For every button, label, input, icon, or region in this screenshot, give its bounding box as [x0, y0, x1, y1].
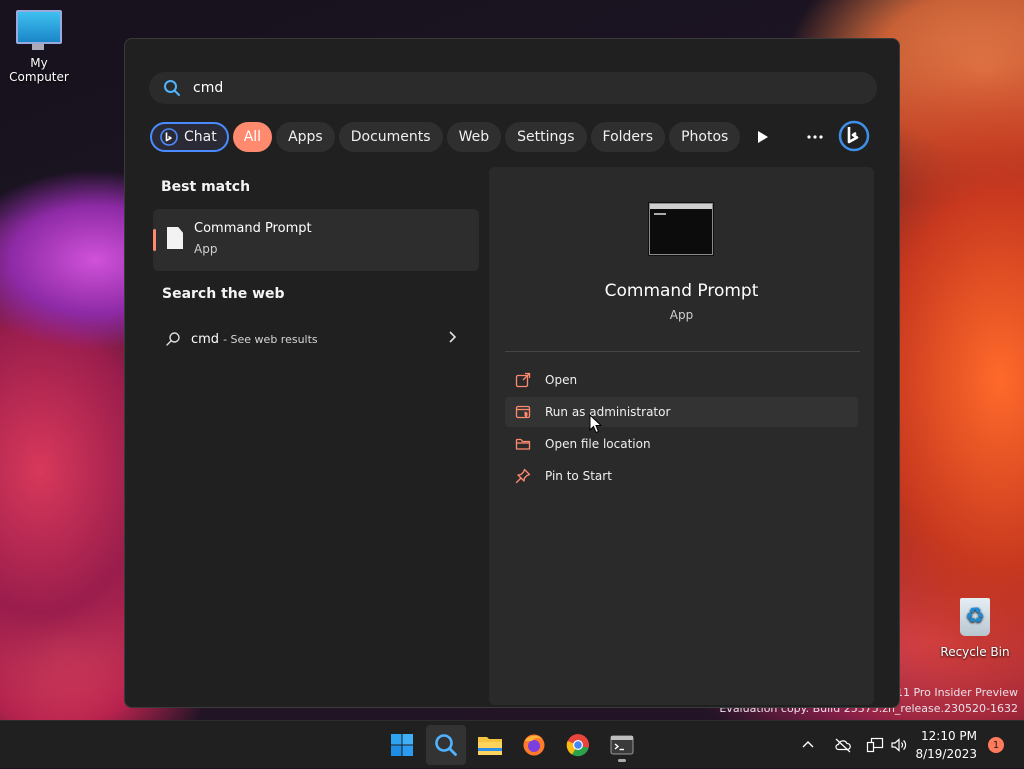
search-box[interactable]	[149, 72, 877, 104]
filter-all[interactable]: All	[232, 122, 273, 152]
taskbar-file-explorer[interactable]	[470, 725, 510, 765]
action-run-as-administrator[interactable]: Run as administrator	[505, 397, 858, 427]
taskbar-terminal[interactable]	[602, 725, 642, 765]
running-indicator	[618, 759, 626, 762]
desktop-icon-label: My Computer	[9, 56, 69, 84]
play-arrow-icon	[758, 131, 768, 143]
search-input[interactable]	[191, 79, 795, 97]
taskbar: 12:10 PM 8/19/2023 1	[0, 720, 1024, 768]
taskbar-firefox[interactable]	[514, 725, 554, 765]
volume-icon[interactable]	[890, 737, 908, 753]
ellipsis-icon	[807, 135, 823, 139]
taskbar-search-button[interactable]	[426, 725, 466, 765]
divider	[505, 351, 860, 352]
desktop-icon-my-computer[interactable]: My Computer	[0, 10, 78, 84]
search-icon	[435, 734, 457, 756]
cloud-offline-icon[interactable]	[834, 737, 852, 753]
chevron-up-icon[interactable]	[800, 737, 816, 753]
action-label: Run as administrator	[545, 405, 671, 419]
filter-photos[interactable]: Photos	[669, 122, 741, 152]
filter-label: Chat	[184, 129, 217, 145]
filter-folders[interactable]: Folders	[590, 122, 666, 152]
firefox-icon	[523, 734, 545, 756]
desktop-icon-label: Recycle Bin	[940, 645, 1010, 659]
best-match-heading: Best match	[161, 179, 251, 195]
search-panel: Chat All Apps Documents Web Settings Fol…	[124, 38, 900, 708]
search-icon	[164, 80, 180, 96]
filter-settings[interactable]: Settings	[505, 122, 587, 152]
action-open-file-location[interactable]: Open file location	[505, 429, 858, 459]
details-title: Command Prompt	[604, 281, 759, 301]
terminal-icon	[610, 735, 634, 755]
admin-shield-icon	[515, 405, 531, 419]
clock-date: 8/19/2023	[915, 747, 977, 761]
command-prompt-app-icon	[649, 203, 713, 255]
network-icon[interactable]	[866, 737, 884, 753]
file-icon	[167, 227, 183, 249]
bing-icon	[160, 128, 178, 146]
clock[interactable]: 12:10 PM 8/19/2023	[915, 727, 977, 763]
web-result-row[interactable]: cmd - See web results	[165, 327, 465, 351]
filter-documents[interactable]: Documents	[338, 122, 443, 152]
web-query: cmd	[191, 331, 220, 347]
details-subtitle: App	[669, 308, 694, 322]
search-web-heading: Search the web	[162, 286, 285, 302]
web-suffix: - See web results	[223, 332, 318, 346]
more-options-button[interactable]	[801, 123, 829, 151]
filter-apps[interactable]: Apps	[276, 122, 335, 152]
action-label: Open	[545, 373, 578, 387]
taskbar-chrome[interactable]	[558, 725, 598, 765]
mouse-cursor-icon	[589, 414, 603, 434]
filter-chat[interactable]: Chat	[150, 122, 229, 152]
notification-badge[interactable]: 1	[988, 737, 1004, 753]
filter-web[interactable]: Web	[446, 122, 502, 152]
folder-icon	[515, 438, 531, 450]
folder-icon	[478, 737, 502, 755]
chevron-right-icon	[449, 331, 457, 343]
windows-logo-icon	[391, 734, 413, 756]
result-title: Command Prompt	[194, 221, 312, 236]
pin-icon	[515, 468, 531, 484]
best-match-result[interactable]: Command Prompt App	[153, 209, 479, 271]
details-pane: Command Prompt App Open Run as administr…	[489, 167, 874, 705]
bing-logo-icon	[838, 120, 870, 152]
bing-chat-button[interactable]	[837, 119, 871, 153]
recycle-bin-icon: ♻	[960, 598, 990, 636]
action-label: Open file location	[545, 437, 651, 451]
open-external-icon	[515, 372, 531, 388]
filter-bar: Chat All Apps Documents Web Settings Fol…	[150, 121, 741, 153]
action-label: Pin to Start	[545, 469, 612, 483]
desktop-icon-recycle-bin[interactable]: ♻ Recycle Bin	[940, 598, 1010, 659]
selection-indicator	[153, 229, 156, 251]
action-open[interactable]: Open	[505, 365, 858, 395]
computer-icon	[16, 10, 62, 50]
start-button[interactable]	[382, 725, 422, 765]
result-subtitle: App	[194, 242, 218, 256]
search-icon	[166, 332, 180, 346]
more-filters-button[interactable]	[749, 123, 777, 151]
chrome-icon	[566, 734, 589, 757]
system-tray	[800, 721, 908, 769]
watermark-line1: 11 Pro Insider Preview	[895, 686, 1018, 699]
clock-time: 12:10 PM	[921, 729, 977, 743]
action-pin-to-start[interactable]: Pin to Start	[505, 461, 858, 491]
